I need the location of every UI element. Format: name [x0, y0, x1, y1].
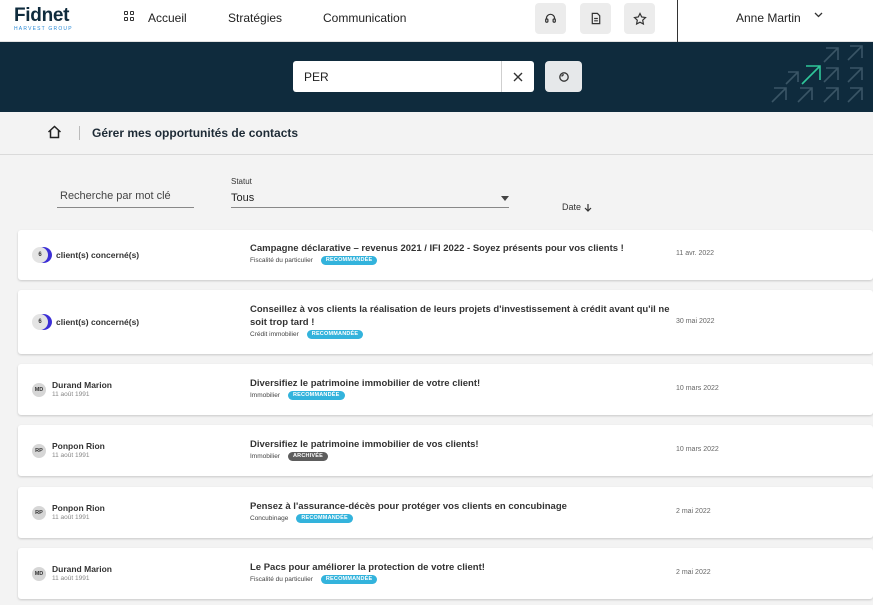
caret-down-icon — [501, 196, 509, 201]
opportunity-title[interactable]: Le Pacs pour améliorer la protection de … — [250, 561, 670, 574]
opportunity-category: Fiscalité du particulier — [250, 576, 313, 583]
breadcrumb: Gérer mes opportunités de contacts — [0, 112, 873, 155]
search-icon — [558, 71, 569, 82]
search-box — [293, 61, 534, 92]
search-input[interactable] — [293, 61, 501, 92]
client-count-badge: 6 — [32, 314, 54, 330]
contact-group[interactable]: 6 client(s) concerné(s) — [32, 314, 139, 330]
search-button[interactable] — [545, 61, 582, 92]
avatar: MD — [32, 566, 46, 581]
home-icon[interactable] — [47, 125, 62, 139]
client-count-label: client(s) concerné(s) — [56, 317, 140, 327]
contact-group[interactable]: RP Ponpon Rion 11 août 1991 — [32, 503, 105, 522]
status-badge: RECOMMANDÉE — [306, 330, 364, 339]
client-count-badge: 6 — [32, 247, 54, 263]
opportunity-body: Campagne déclarative – revenus 2021 / IF… — [250, 242, 670, 265]
status-badge: RECOMMANDÉE — [320, 575, 378, 584]
status-badge: RECOMMANDÉE — [320, 256, 378, 265]
contact-name[interactable]: Durand Marion — [52, 564, 112, 574]
opportunity-body: Conseillez à vos clients la réalisation … — [250, 303, 670, 339]
opportunity-date: 30 mai 2022 — [676, 318, 715, 325]
opportunity-category: Concubinage — [250, 515, 289, 522]
opportunity-body: Diversifiez le patrimoine immobilier de … — [250, 377, 670, 400]
opportunity-card[interactable]: 6 client(s) concerné(s) Conseillez à vos… — [18, 290, 873, 354]
opportunity-title[interactable]: Diversifiez le patrimoine immobilier de … — [250, 377, 670, 390]
search-banner — [0, 42, 873, 112]
avatar: RP — [32, 443, 46, 458]
opportunity-body: Le Pacs pour améliorer la protection de … — [250, 561, 670, 584]
nav-strategies[interactable]: Stratégies — [228, 11, 282, 25]
chevron-down-icon[interactable] — [814, 12, 823, 18]
user-separator — [677, 0, 678, 42]
document-icon — [591, 12, 600, 25]
support-button[interactable] — [535, 3, 566, 34]
breadcrumb-separator — [79, 126, 80, 140]
client-count-label: client(s) concerné(s) — [56, 250, 140, 260]
keyword-search-field — [57, 186, 194, 208]
nav-communication[interactable]: Communication — [323, 11, 406, 25]
opportunity-card[interactable]: MD Durand Marion 11 août 1991 Le Pacs po… — [18, 548, 873, 599]
opportunity-date: 2 mai 2022 — [676, 569, 711, 576]
avatar: RP — [32, 505, 46, 520]
opportunity-body: Diversifiez le patrimoine immobilier de … — [250, 438, 670, 461]
opportunity-card[interactable]: RP Ponpon Rion 11 août 1991 Diversifiez … — [18, 425, 873, 476]
status-label: Statut — [231, 177, 252, 186]
contact-birthdate: 11 août 1991 — [52, 391, 90, 398]
contact-birthdate: 11 août 1991 — [52, 575, 90, 582]
opportunity-date: 10 mars 2022 — [676, 446, 719, 453]
opportunity-card[interactable]: MD Durand Marion 11 août 1991 Diversifie… — [18, 364, 873, 415]
contact-birthdate: 11 août 1991 — [52, 514, 90, 521]
contact-group[interactable]: MD Durand Marion 11 août 1991 — [32, 564, 112, 583]
opportunity-card[interactable]: 6 client(s) concerné(s) Campagne déclara… — [18, 230, 873, 280]
star-icon — [632, 11, 647, 25]
opportunity-category: Fiscalité du particulier — [250, 257, 313, 264]
opportunity-title[interactable]: Pensez à l'assurance-décès pour protéger… — [250, 500, 670, 513]
date-sort-label: Date — [562, 202, 582, 212]
status-select[interactable]: Tous — [231, 189, 509, 208]
documents-button[interactable] — [580, 3, 611, 34]
opportunity-title[interactable]: Conseillez à vos clients la réalisation … — [250, 303, 670, 329]
close-icon — [513, 72, 523, 81]
logo-text: Fidnet — [14, 5, 70, 26]
apps-grid-icon[interactable] — [124, 11, 135, 22]
avatar: MD — [32, 382, 46, 397]
page-title: Gérer mes opportunités de contacts — [92, 126, 299, 140]
keyword-search-input[interactable] — [57, 186, 194, 206]
clear-search-button[interactable] — [501, 61, 534, 92]
status-badge: RECOMMANDÉE — [296, 514, 353, 523]
contact-name[interactable]: Ponpon Rion — [52, 441, 105, 451]
status-badge: RECOMMANDÉE — [287, 391, 345, 400]
arrows-pattern-icon — [771, 45, 863, 103]
opportunity-date: 10 mars 2022 — [676, 385, 719, 392]
contact-name[interactable]: Ponpon Rion — [52, 503, 105, 513]
opportunity-category: Immobilier — [250, 453, 280, 460]
arrow-down-icon — [584, 203, 592, 212]
opportunity-date: 11 avr. 2022 — [676, 250, 715, 257]
status-value: Tous — [231, 192, 255, 204]
opportunity-category: Immobilier — [250, 392, 280, 399]
contact-group[interactable]: RP Ponpon Rion 11 août 1991 — [32, 441, 105, 460]
opportunity-card[interactable]: RP Ponpon Rion 11 août 1991 Pensez à l'a… — [18, 487, 873, 538]
opportunity-title[interactable]: Diversifiez le patrimoine immobilier de … — [250, 438, 670, 451]
user-name[interactable]: Anne Martin — [736, 11, 801, 25]
top-navigation: Fidnet HARVEST GROUP Accueil Stratégies … — [0, 0, 873, 42]
contact-name[interactable]: Durand Marion — [52, 380, 112, 390]
date-sort-button[interactable]: Date — [562, 202, 592, 212]
fidnet-logo[interactable]: Fidnet HARVEST GROUP — [14, 5, 73, 33]
contact-birthdate: 11 août 1991 — [52, 452, 90, 459]
contact-group[interactable]: MD Durand Marion 11 août 1991 — [32, 380, 112, 399]
headset-icon — [545, 13, 556, 23]
opportunity-date: 2 mai 2022 — [676, 508, 711, 515]
opportunity-body: Pensez à l'assurance-décès pour protéger… — [250, 500, 670, 523]
opportunity-title[interactable]: Campagne déclarative – revenus 2021 / IF… — [250, 242, 670, 255]
favorites-button[interactable] — [624, 3, 655, 34]
status-badge: ARCHIVÉE — [287, 452, 329, 461]
opportunity-category: Crédit immobilier — [250, 331, 299, 338]
nav-accueil[interactable]: Accueil — [148, 11, 187, 25]
logo-subtext: HARVEST GROUP — [14, 26, 73, 32]
contact-group[interactable]: 6 client(s) concerné(s) — [32, 247, 139, 263]
